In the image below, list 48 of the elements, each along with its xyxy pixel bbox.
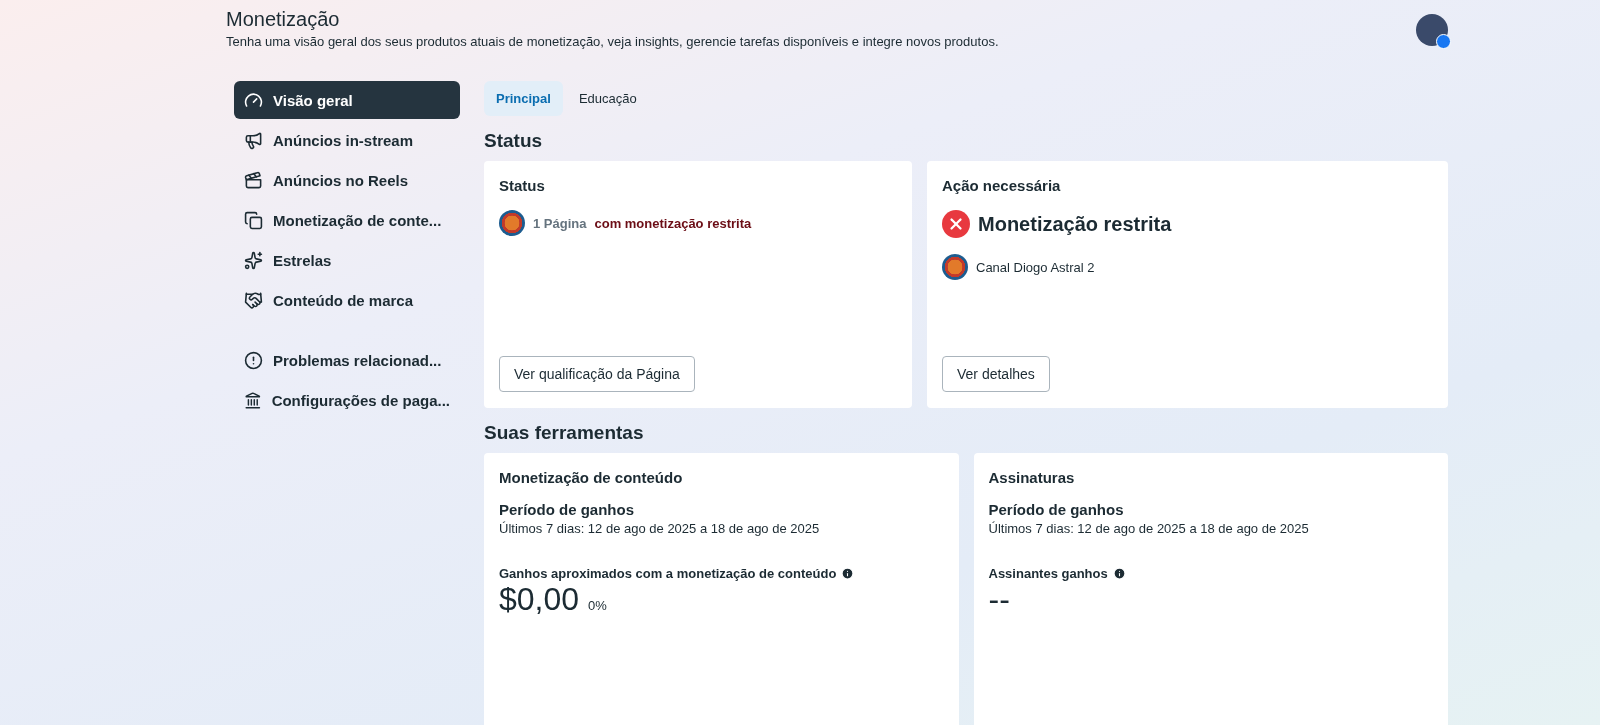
section-heading: Status xyxy=(484,130,544,152)
period-text: Últimos 7 dias: 12 de ago de 2025 a 18 de ago de 2025 xyxy=(988,521,1310,536)
sidebar-item[interactable]: Estrelas xyxy=(234,241,460,279)
sidebar-item[interactable]: Monetização de conte... xyxy=(234,201,460,239)
megaphone-icon xyxy=(244,130,263,150)
section-heading: Suas ferramentas xyxy=(484,422,645,444)
card-title: Ação necessária xyxy=(942,177,1062,194)
sidebar-item[interactable]: Problemas relacionad... xyxy=(234,341,460,379)
avatar[interactable] xyxy=(1416,14,1448,46)
tab[interactable]: Educação xyxy=(566,81,649,116)
metric-change: 0% xyxy=(588,598,607,613)
video-icon xyxy=(244,170,263,190)
page-logo-icon xyxy=(942,254,968,280)
metric-label: Assinantes ganhos xyxy=(988,566,1108,581)
restriction-headline: Monetização restrita xyxy=(978,212,1172,236)
sidebar-item[interactable]: Configurações de paga... xyxy=(234,381,460,419)
metric-label: Ganhos aproximados com a monetização de conteúdo xyxy=(499,566,837,581)
tab[interactable]: Principal xyxy=(484,81,563,116)
handshake-icon xyxy=(244,290,263,310)
page-count: 1 Página xyxy=(533,215,587,231)
error-icon xyxy=(942,210,970,238)
page-subtitle: Tenha uma visão geral dos seus produtos atuais de monetização, veja insights, gerencie tarefas disponíveis e integre novos produtos. xyxy=(226,34,999,49)
metric-value: -- xyxy=(988,581,1010,618)
sidebar-item[interactable]: Anúncios no Reels xyxy=(234,161,460,199)
sidebar-item[interactable]: Visão geral xyxy=(234,81,460,119)
status-text: com monetização restrita xyxy=(594,215,752,231)
qualification-button[interactable]: Ver qualificação da Página xyxy=(499,356,695,392)
card-title: Assinaturas xyxy=(988,469,1076,486)
details-button[interactable]: Ver detalhes xyxy=(942,356,1050,392)
sidebar-item[interactable]: Conteúdo de marca xyxy=(234,281,460,319)
sidebar-item[interactable]: Anúncios in-stream xyxy=(234,121,460,159)
info-icon[interactable] xyxy=(1112,567,1126,580)
page-name: Canal Diogo Astral 2 xyxy=(976,259,1095,275)
period-title: Período de ganhos xyxy=(988,501,1125,518)
bank-icon xyxy=(244,390,262,410)
alert-icon xyxy=(244,350,263,370)
copy-icon xyxy=(244,210,263,230)
sparkle-icon xyxy=(244,250,263,270)
info-icon[interactable] xyxy=(841,567,855,580)
metric-value: $0,00 xyxy=(499,581,580,618)
card-title: Status xyxy=(499,177,546,194)
card-title: Monetização de conteúdo xyxy=(499,469,684,486)
facebook-badge-icon xyxy=(1436,34,1451,49)
gauge-icon xyxy=(244,90,263,110)
period-text: Últimos 7 dias: 12 de ago de 2025 a 18 de ago de 2025 xyxy=(499,521,821,536)
period-title: Período de ganhos xyxy=(499,501,635,518)
page-title: Monetização xyxy=(226,8,341,31)
page-logo-icon xyxy=(499,210,525,236)
